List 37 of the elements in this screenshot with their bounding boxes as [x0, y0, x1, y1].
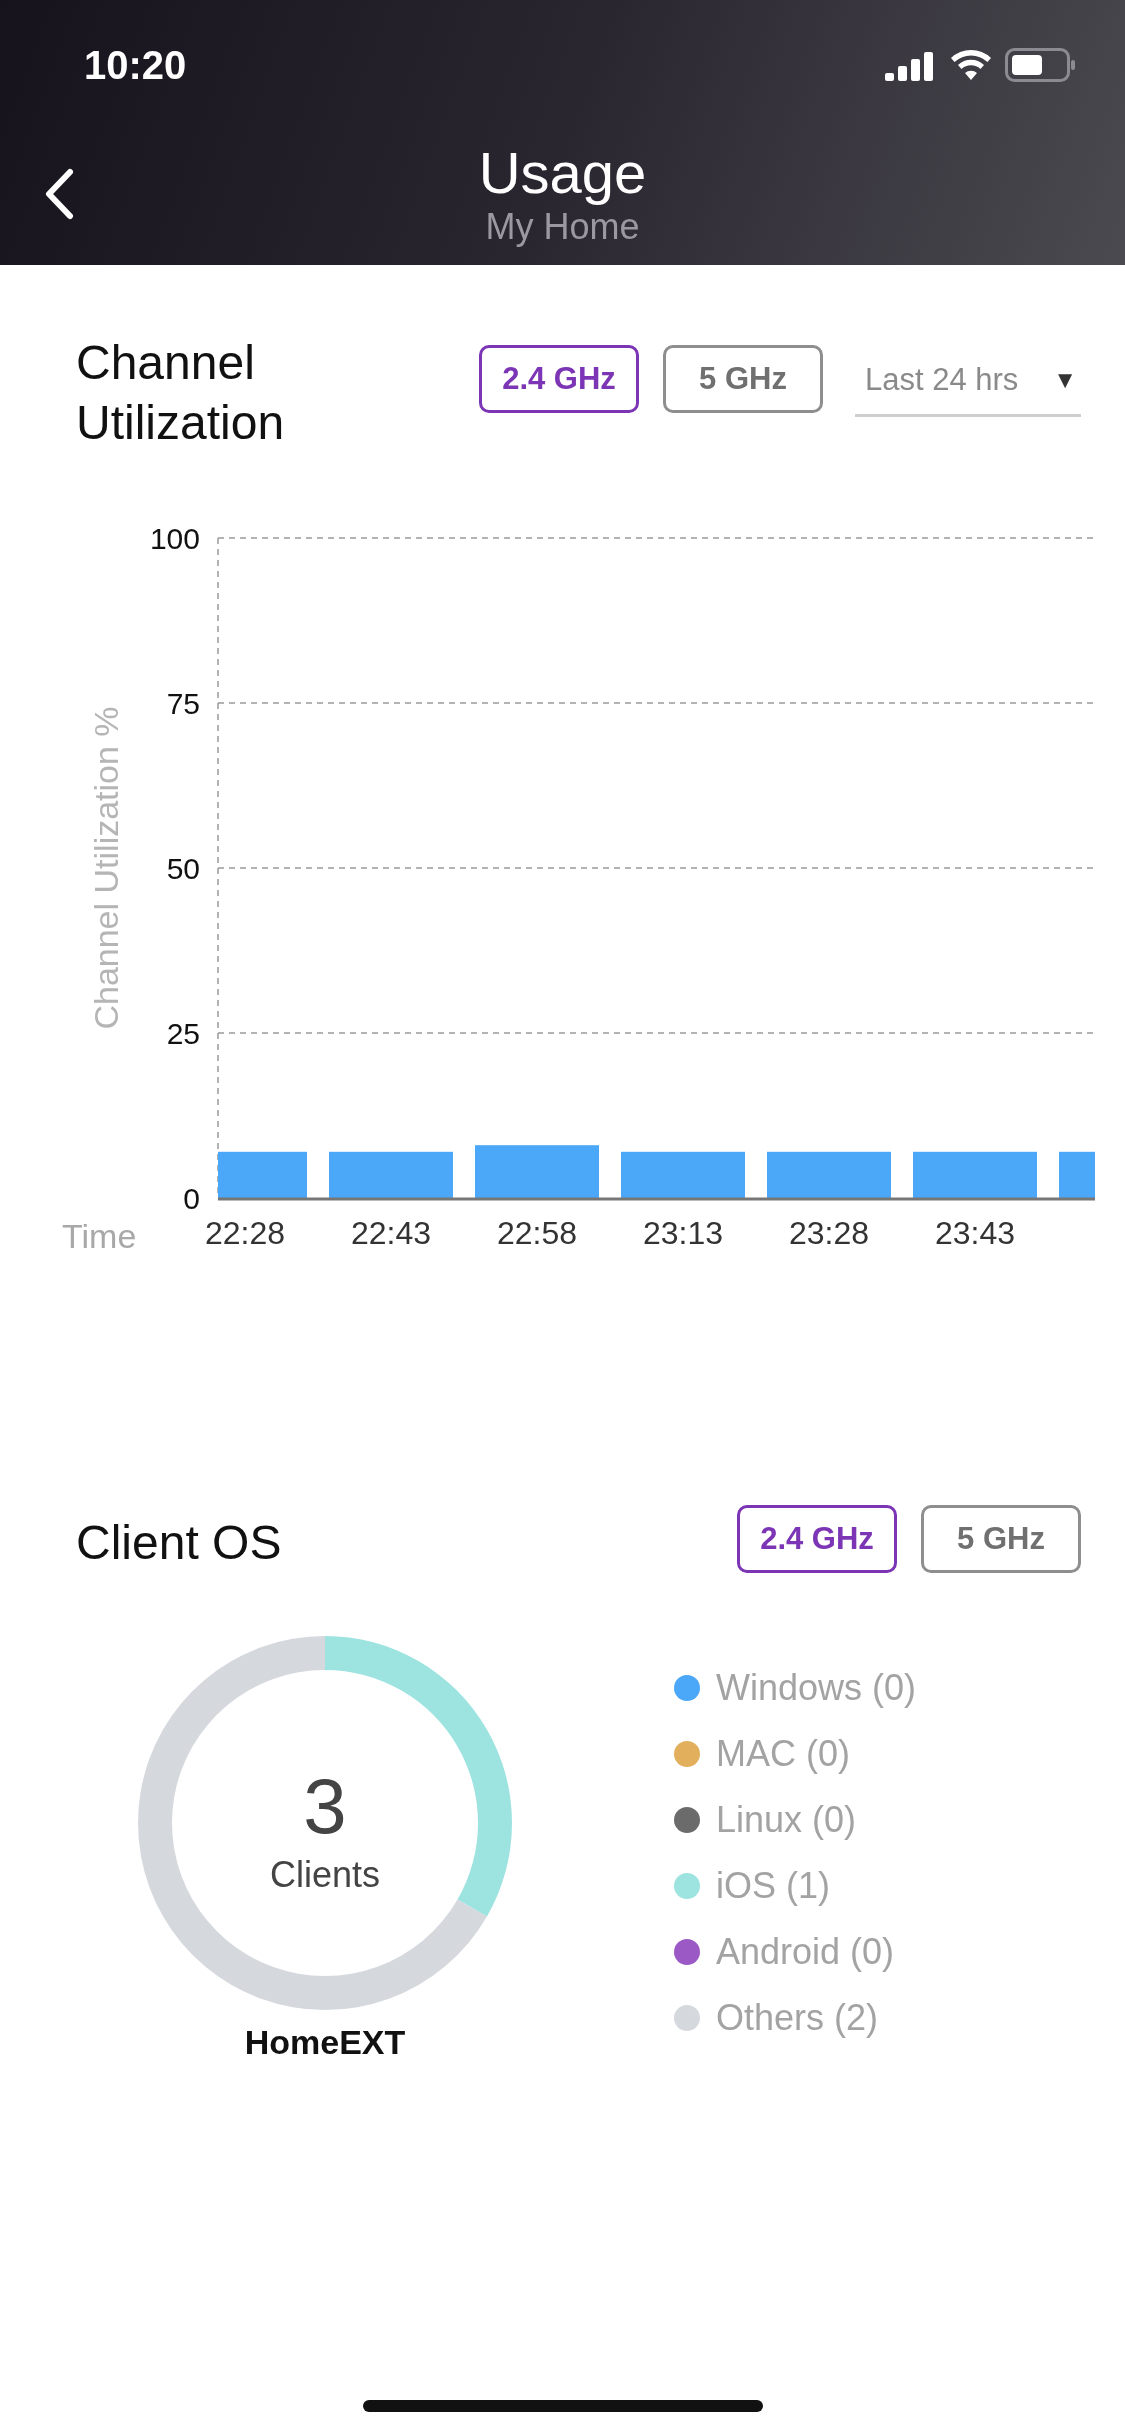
band-tab[interactable]: 5 GHz: [921, 1505, 1081, 1573]
legend-label: Android (0): [716, 1931, 895, 1973]
x-tick-label: 23:13: [642, 1215, 724, 1251]
legend-label: Linux (0): [716, 1799, 857, 1841]
legend-label: Windows (0): [716, 1667, 917, 1709]
y-tick-label: 25: [166, 1017, 200, 1050]
back-icon[interactable]: [44, 168, 74, 220]
clients-label: Clients: [270, 1854, 380, 1895]
y-tick-label: 75: [166, 687, 200, 720]
battery-icon: [1005, 48, 1077, 82]
legend-label: Others (2): [716, 1997, 879, 2039]
x-tick-label: 23:28: [788, 1215, 870, 1251]
client-count: 3: [303, 1762, 347, 1850]
band-tab[interactable]: 2.4 GHz: [479, 345, 639, 413]
x-tick-label: 22:43: [350, 1215, 432, 1251]
section-title: Channel Utilization: [76, 335, 286, 451]
dropdown-arrow: ▼: [1053, 365, 1077, 394]
x-tick-label: 23:43: [934, 1215, 1016, 1251]
x-tick-label: 22:28: [204, 1215, 286, 1251]
x-axis-title: Time: [62, 1217, 137, 1255]
band-tab[interactable]: 2.4 GHz: [737, 1505, 897, 1573]
band-tab[interactable]: 5 GHz: [663, 345, 823, 413]
page-subtitle: My Home: [485, 205, 640, 248]
device-name: HomeEXT: [244, 2023, 406, 2062]
y-tick-label: 50: [166, 852, 200, 885]
x-tick-label: 22:58: [496, 1215, 578, 1251]
status-time: 10:20: [84, 42, 187, 88]
legend-label: iOS (1): [716, 1865, 830, 1907]
y-axis-title: Channel Utilization %: [87, 706, 125, 1030]
y-tick-label: 100: [149, 522, 200, 555]
wifi-icon: [949, 49, 993, 81]
page-title: Usage: [478, 139, 647, 206]
y-tick-label: 0: [183, 1182, 200, 1215]
legend-label: MAC (0): [716, 1733, 850, 1775]
section-title: Client OS: [76, 1515, 283, 1571]
time-range-dropdown[interactable]: Last 24 hrs ▼: [855, 345, 1081, 417]
bar: [1059, 1151, 1095, 1198]
